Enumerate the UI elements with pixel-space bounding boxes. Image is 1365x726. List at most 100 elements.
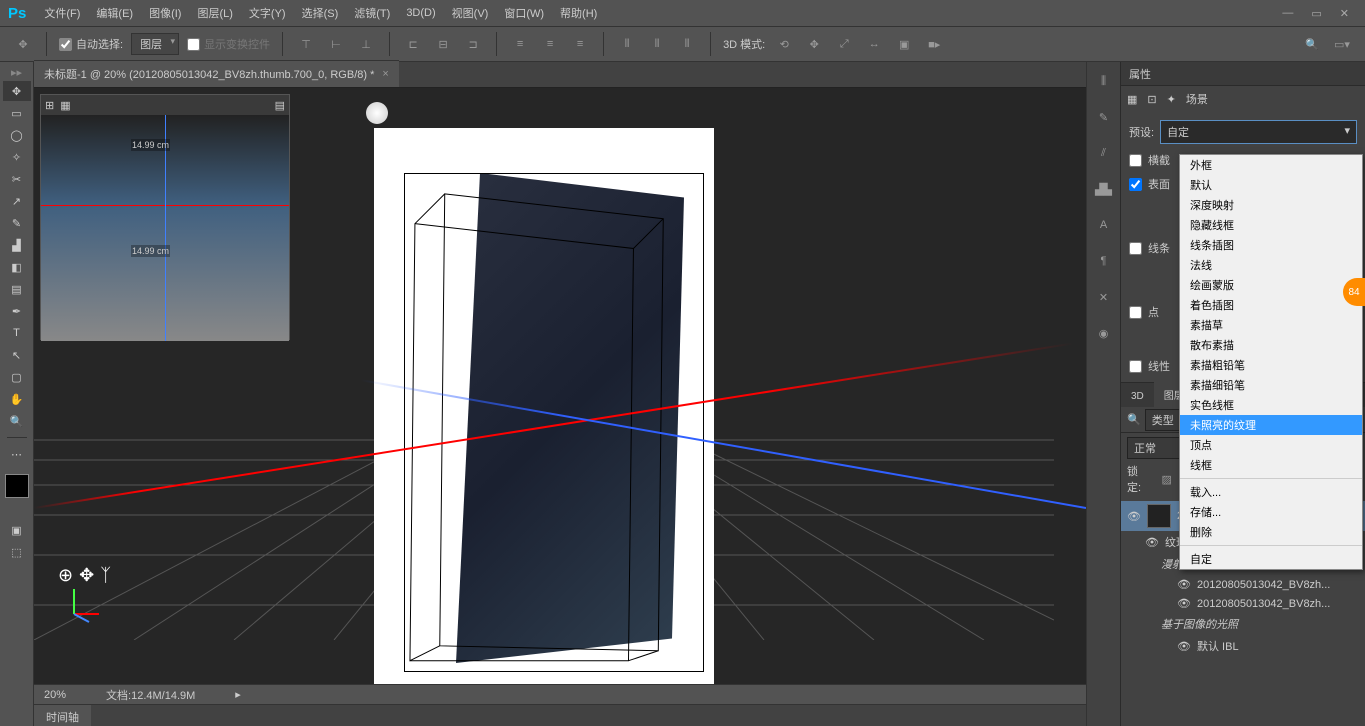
- menu-type[interactable]: 文字(Y): [241, 1, 294, 25]
- show-transform-checkbox[interactable]: 显示变换控件: [187, 36, 270, 52]
- dd-item[interactable]: 绘画蒙版: [1180, 275, 1362, 295]
- lines-checkbox[interactable]: [1129, 242, 1142, 255]
- 3d-slide-icon[interactable]: ↔: [863, 33, 885, 55]
- doc-info[interactable]: 文档:12.4M/14.9M: [106, 687, 195, 703]
- cc-libraries-icon[interactable]: ◉: [1093, 322, 1115, 344]
- minimize-icon[interactable]: —: [1282, 7, 1293, 20]
- dd-item[interactable]: 线条插图: [1180, 235, 1362, 255]
- distribute-6-icon[interactable]: ⫴: [676, 33, 698, 55]
- dd-item[interactable]: 素描粗铅笔: [1180, 355, 1362, 375]
- dd-save[interactable]: 存储...: [1180, 502, 1362, 522]
- distribute-3-icon[interactable]: ≡: [569, 33, 591, 55]
- align-bottom-icon[interactable]: ⊥: [355, 33, 377, 55]
- pen-tool[interactable]: ✒: [3, 301, 31, 321]
- autoselect-target-dropdown[interactable]: 图层: [131, 33, 179, 55]
- canvas[interactable]: ⊞ ▦ ▤ 14.99 cm 14.99 cm: [34, 88, 1086, 684]
- eraser-tool[interactable]: ◧: [3, 257, 31, 277]
- visibility-icon[interactable]: 👁: [1177, 597, 1191, 610]
- lasso-tool[interactable]: ◯: [3, 125, 31, 145]
- menu-layer[interactable]: 图层(L): [189, 1, 240, 25]
- layer-row[interactable]: 👁 20120805013042_BV8zh...: [1121, 594, 1365, 613]
- notification-badge[interactable]: 84: [1343, 278, 1365, 306]
- nav-ruler-icon[interactable]: ⊞: [45, 99, 54, 112]
- menu-image[interactable]: 图像(I): [141, 1, 189, 25]
- menu-3d[interactable]: 3D(D): [398, 3, 443, 23]
- quick-mask-icon[interactable]: ▣: [3, 520, 31, 540]
- light-widget-icon[interactable]: [366, 102, 388, 124]
- scene-filter-icon[interactable]: ▦: [1127, 93, 1137, 106]
- 3d-object[interactable]: [404, 173, 704, 673]
- dd-delete[interactable]: 删除: [1180, 522, 1362, 542]
- search-icon[interactable]: 🔍: [1301, 33, 1323, 55]
- menu-window[interactable]: 窗口(W): [496, 1, 552, 25]
- hand-tool[interactable]: ✋: [3, 389, 31, 409]
- dd-item[interactable]: 素描草: [1180, 315, 1362, 335]
- align-hcenter-icon[interactable]: ⊟: [432, 33, 454, 55]
- layer-row[interactable]: 基于图像的光照: [1121, 613, 1365, 635]
- shape-tool[interactable]: ▢: [3, 367, 31, 387]
- material-filter-icon[interactable]: ✦: [1167, 93, 1176, 106]
- surface-checkbox[interactable]: [1129, 178, 1142, 191]
- clone-source-icon[interactable]: ▟▙: [1093, 178, 1115, 200]
- preset-dropdown[interactable]: 自定▾: [1160, 120, 1357, 144]
- dd-item[interactable]: 线框: [1180, 455, 1362, 475]
- marquee-tool[interactable]: ▭: [3, 103, 31, 123]
- 3d-orbit-icon[interactable]: ⟲: [773, 33, 795, 55]
- zoom-level[interactable]: 20%: [44, 689, 66, 701]
- brush-tool[interactable]: ✎: [3, 213, 31, 233]
- dd-item[interactable]: 素描细铅笔: [1180, 375, 1362, 395]
- layer-row[interactable]: 👁 默认 IBL: [1121, 635, 1365, 657]
- orbit-widget-icon[interactable]: ⊕: [58, 565, 73, 586]
- menu-help[interactable]: 帮助(H): [552, 1, 605, 25]
- distribute-1-icon[interactable]: ≡: [509, 33, 531, 55]
- properties-tab[interactable]: 属性: [1121, 62, 1365, 86]
- distribute-2-icon[interactable]: ≡: [539, 33, 561, 55]
- linear-checkbox[interactable]: [1129, 360, 1142, 373]
- align-right-icon[interactable]: ⊐: [462, 33, 484, 55]
- navigator-panel[interactable]: ⊞ ▦ ▤ 14.99 cm 14.99 cm: [40, 94, 290, 340]
- nav-grid-icon[interactable]: ▦: [60, 99, 70, 112]
- menu-filter[interactable]: 滤镜(T): [346, 1, 398, 25]
- mesh-filter-icon[interactable]: ⊡: [1147, 93, 1156, 106]
- dd-item[interactable]: 默认: [1180, 175, 1362, 195]
- document-tab[interactable]: 未标题-1 @ 20% (20120805013042_BV8zh.thumb.…: [34, 60, 399, 87]
- paragraph-icon[interactable]: ¶: [1093, 250, 1115, 272]
- zoom-tool[interactable]: 🔍: [3, 411, 31, 431]
- dd-item[interactable]: 外框: [1180, 155, 1362, 175]
- 3d-camera-icon[interactable]: ■▸: [923, 33, 945, 55]
- dd-item[interactable]: 实色线框: [1180, 395, 1362, 415]
- menu-select[interactable]: 选择(S): [294, 1, 347, 25]
- clone-stamp-tool[interactable]: ▟: [3, 235, 31, 255]
- layer-row[interactable]: 👁 20120805013042_BV8zh...: [1121, 575, 1365, 594]
- axis-widget[interactable]: [64, 584, 104, 624]
- gradient-tool[interactable]: ▤: [3, 279, 31, 299]
- dd-item[interactable]: 顶点: [1180, 435, 1362, 455]
- foreground-background-color[interactable]: [5, 474, 29, 498]
- maximize-icon[interactable]: ▭: [1311, 7, 1321, 20]
- distribute-5-icon[interactable]: ⫴: [646, 33, 668, 55]
- visibility-icon[interactable]: 👁: [1145, 536, 1159, 549]
- points-checkbox[interactable]: [1129, 306, 1142, 319]
- brush-presets-icon[interactable]: ⫽: [1093, 142, 1115, 164]
- dd-item[interactable]: 法线: [1180, 255, 1362, 275]
- move-tool[interactable]: ✥: [3, 81, 31, 101]
- layer-thumbnail[interactable]: [1147, 504, 1171, 528]
- histogram-icon[interactable]: ⫼: [1093, 70, 1115, 92]
- visibility-icon[interactable]: 👁: [1177, 578, 1191, 591]
- align-top-icon[interactable]: ⊤: [295, 33, 317, 55]
- path-tool[interactable]: ↖: [3, 345, 31, 365]
- align-vcenter-icon[interactable]: ⊢: [325, 33, 347, 55]
- dd-item[interactable]: 着色插图: [1180, 295, 1362, 315]
- menu-view[interactable]: 视图(V): [444, 1, 497, 25]
- lock-transparent-icon[interactable]: ▨: [1156, 468, 1178, 490]
- dd-item-selected[interactable]: 未照亮的纹理: [1180, 415, 1362, 435]
- nav-menu-icon[interactable]: ▤: [275, 99, 285, 112]
- magic-wand-tool[interactable]: ✧: [3, 147, 31, 167]
- character-icon[interactable]: A: [1093, 214, 1115, 236]
- 3d-walk-icon[interactable]: ▣: [893, 33, 915, 55]
- autoselect-checkbox[interactable]: 自动选择:: [59, 36, 123, 52]
- light-widget2-icon[interactable]: ᛉ: [100, 565, 111, 586]
- close-tab-icon[interactable]: ×: [382, 68, 388, 80]
- workspace-icon[interactable]: ▭▾: [1331, 33, 1353, 55]
- dd-item[interactable]: 散布素描: [1180, 335, 1362, 355]
